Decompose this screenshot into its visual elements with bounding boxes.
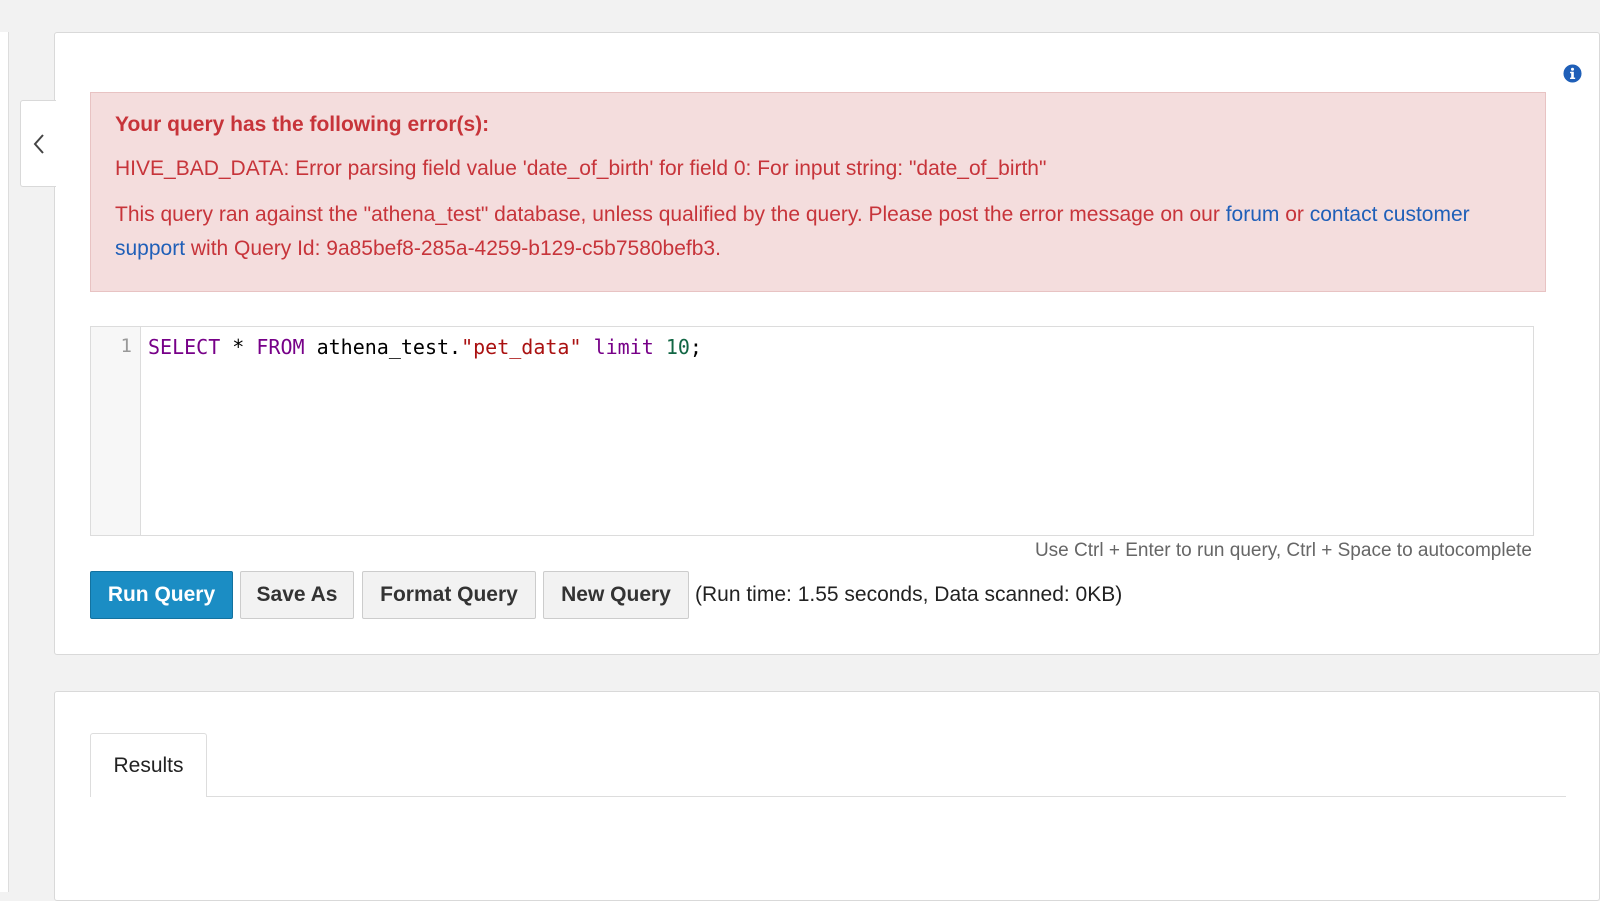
forum-link[interactable]: forum (1226, 203, 1280, 226)
error-message-or: or (1279, 203, 1310, 226)
error-message: This query ran against the "athena_test"… (115, 198, 1521, 266)
keyword-token: FROM (256, 335, 305, 359)
operator-token: * (220, 335, 257, 359)
keyboard-hint: Use Ctrl + Enter to run query, Ctrl + Sp… (1034, 540, 1532, 561)
left-sidebar-edge (0, 32, 9, 892)
punctuation-token: ; (689, 335, 702, 359)
tab-divider (90, 796, 1566, 797)
error-alert: Your query has the following error(s): H… (90, 92, 1546, 292)
save-as-button[interactable]: Save As (240, 571, 354, 619)
error-message-suffix: with Query Id: 9a85bef8-285a-4259-b129-c… (185, 237, 721, 260)
collapse-sidebar-button[interactable] (20, 100, 56, 187)
keyword-token: SELECT (148, 335, 221, 359)
line-number: 1 (120, 335, 132, 357)
tab-results[interactable]: Results (90, 733, 207, 797)
format-query-button[interactable]: Format Query (362, 571, 536, 619)
code-line[interactable]: SELECT * FROM athena_test."pet_data" lim… (148, 335, 702, 359)
info-icon[interactable] (1563, 64, 1582, 83)
number-token: 10 (665, 335, 690, 359)
error-message-prefix: This query ran against the "athena_test"… (115, 203, 1226, 226)
run-stats: (Run time: 1.55 seconds, Data scanned: 0… (695, 583, 1123, 606)
editor-gutter: 1 (91, 327, 141, 535)
error-title: Your query has the following error(s): (115, 113, 490, 136)
string-token: "pet_data" (461, 335, 582, 359)
run-query-button[interactable]: Run Query (90, 571, 233, 619)
keyword-token: limit (593, 335, 654, 359)
new-query-button[interactable]: New Query (543, 571, 689, 619)
sql-editor[interactable]: 1 SELECT * FROM athena_test."pet_data" l… (90, 326, 1534, 536)
identifier-token: athena_test. (304, 335, 462, 359)
chevron-left-icon (33, 133, 44, 154)
error-detail: HIVE_BAD_DATA: Error parsing field value… (115, 157, 1047, 180)
